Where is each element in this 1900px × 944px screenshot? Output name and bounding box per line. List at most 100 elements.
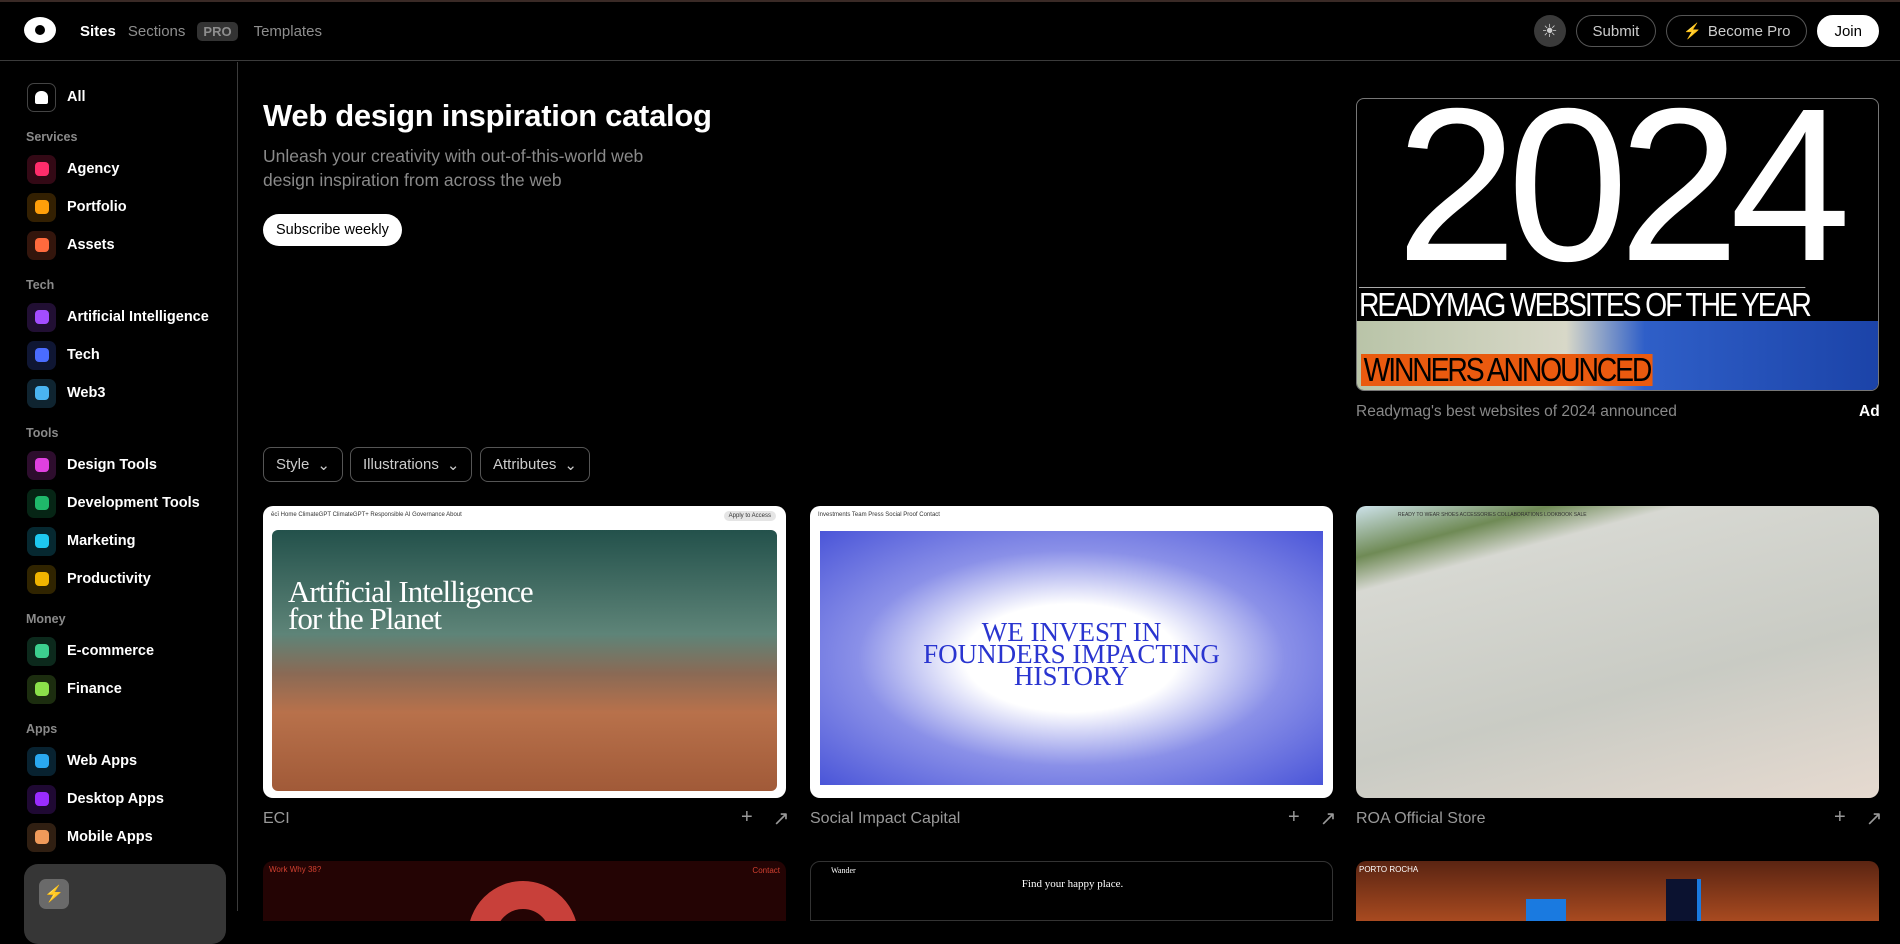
card-headline: WE INVEST IN FOUNDERS IMPACTING HISTORY: [810, 619, 1333, 690]
site-card-social-impact-capital[interactable]: Investments Team Press Social Proof Cont…: [810, 506, 1333, 798]
card-cta: Apply to Access: [723, 511, 776, 521]
sidebar-item-tech[interactable]: Tech: [27, 340, 100, 370]
filter-illustrations[interactable]: Illustrations ⌄: [350, 447, 473, 482]
sidebar-item-productivity[interactable]: Productivity: [27, 564, 151, 594]
sidebar-item-all[interactable]: All: [27, 82, 86, 112]
people-icon: [27, 154, 56, 184]
sparkle-icon: [27, 302, 56, 332]
arrow-up-right-icon[interactable]: ↗: [1866, 806, 1883, 831]
sidebar-item-agency[interactable]: Agency: [27, 154, 120, 184]
sidebar-item-label: Design Tools: [67, 457, 157, 473]
site-card-eci[interactable]: ēcī Home ClimateGPT ClimateGPT+ Responsi…: [263, 506, 786, 798]
chip-icon: [27, 340, 56, 370]
sidebar-item-label: Agency: [67, 161, 120, 177]
sidebar-section-services: Services: [26, 130, 78, 144]
pro-badge: PRO: [197, 22, 238, 41]
sidebar-item-label: Tech: [67, 347, 100, 363]
card-brand: PORTO ROCHA: [1359, 865, 1419, 874]
ad-banner[interactable]: 2024 READYMAG WEBSITES OF THE YEAR WINNE…: [1356, 98, 1879, 391]
logo-eye-icon[interactable]: [24, 17, 56, 43]
page-subtitle: Unleash your creativity with out-of-this…: [263, 146, 644, 190]
chevron-down-icon: ⌄: [317, 456, 330, 474]
become-pro-button[interactable]: ⚡ Become Pro: [1666, 15, 1808, 47]
sidebar-item-web3[interactable]: Web3: [27, 378, 106, 408]
sidebar-item-label: Artificial Intelligence: [67, 309, 209, 325]
card-graphic: [1526, 899, 1566, 921]
card-site-nav: Work Why 38?: [269, 865, 322, 874]
site-card-roa[interactable]: READY TO WEAR SHOES ACCESSORIES COLLABOR…: [1356, 506, 1879, 798]
compass-icon: [27, 746, 56, 776]
submit-button[interactable]: Submit: [1575, 15, 1657, 47]
chevron-down-icon: ⌄: [564, 456, 577, 474]
home-icon: [27, 82, 56, 112]
sidebar-item-e-commerce[interactable]: E-commerce: [27, 636, 155, 666]
sidebar-item-assets[interactable]: Assets: [27, 230, 115, 260]
nav-templates[interactable]: Templates: [254, 23, 322, 40]
subscribe-weekly-button[interactable]: Subscribe weekly: [263, 214, 402, 246]
vector-icon: [27, 450, 56, 480]
sidebar-item-label: Finance: [67, 681, 122, 697]
ad-headline: READYMAG WEBSITES OF THE YEAR: [1359, 286, 1812, 323]
nav-sections[interactable]: Sections: [128, 23, 186, 40]
wallet-icon: [27, 674, 56, 704]
sidebar-section-apps: Apps: [26, 722, 58, 736]
sidebar-item-finance[interactable]: Finance: [27, 674, 122, 704]
sidebar-item-label: Web Apps: [67, 753, 138, 769]
box-icon: [27, 230, 56, 260]
sidebar-item-label: Desktop Apps: [67, 791, 164, 807]
sidebar-item-label: Mobile Apps: [67, 829, 153, 845]
sidebar-item-desktop-apps[interactable]: Desktop Apps: [27, 784, 164, 814]
lightning-icon: ⚡: [1683, 23, 1702, 40]
card-title[interactable]: Social Impact Capital: [810, 810, 960, 828]
arrow-up-right-icon[interactable]: ↗: [773, 806, 790, 831]
sidebar-item-portfolio[interactable]: Portfolio: [27, 192, 127, 222]
ad-winners: WINNERS ANNOUNCED: [1361, 353, 1653, 386]
sun-icon[interactable]: ☀: [1533, 15, 1566, 47]
pro-promo-card[interactable]: ⚡: [24, 864, 226, 944]
sidebar-item-label: Web3: [67, 385, 106, 401]
card-title[interactable]: ROA Official Store: [1356, 810, 1486, 828]
person-icon: [27, 192, 56, 222]
filter-style[interactable]: Style ⌄: [263, 447, 343, 482]
filter-label: Illustrations: [363, 456, 439, 473]
sidebar-item-label: Productivity: [67, 571, 151, 587]
sidebar-item-mobile-apps[interactable]: Mobile Apps: [27, 822, 153, 852]
sidebar-item-label: E-commerce: [67, 643, 155, 659]
arrow-up-right-icon[interactable]: ↗: [1320, 806, 1337, 831]
plus-icon[interactable]: +: [741, 806, 753, 831]
sidebar-section-money: Money: [26, 612, 66, 626]
sidebar-item-label: All: [67, 89, 86, 105]
join-button[interactable]: Join: [1817, 15, 1879, 47]
filter-attributes[interactable]: Attributes ⌄: [480, 447, 590, 482]
monitor-icon: [27, 784, 56, 814]
plus-icon[interactable]: +: [1288, 806, 1300, 831]
sidebar-item-label: Marketing: [67, 533, 136, 549]
sidebar-section-tech: Tech: [26, 278, 55, 292]
code-icon: [27, 488, 56, 518]
sidebar-item-marketing[interactable]: Marketing: [27, 526, 136, 556]
sidebar-item-artificial-intelligence[interactable]: Artificial Intelligence: [27, 302, 209, 332]
main-content: Web design inspiration catalog Unleash y…: [239, 62, 1900, 921]
plus-icon[interactable]: +: [1834, 806, 1846, 831]
sidebar-item-web-apps[interactable]: Web Apps: [27, 746, 138, 776]
sidebar-item-development-tools[interactable]: Development Tools: [27, 488, 200, 518]
site-card[interactable]: Work Why 38? Contact: [263, 861, 786, 921]
sidebar-item-design-tools[interactable]: Design Tools: [27, 450, 157, 480]
site-card[interactable]: PORTO ROCHA: [1356, 861, 1879, 921]
ad-caption[interactable]: Readymag's best websites of 2024 announc…: [1356, 403, 1677, 421]
card-screenshot: Artificial Intelligence for the Planet: [272, 530, 777, 791]
ad-label: Ad: [1859, 403, 1880, 420]
card-graphic: [468, 881, 578, 921]
card-graphic: [1666, 879, 1701, 921]
card-headline: Find your happy place.: [1021, 878, 1124, 890]
filter-label: Style: [276, 456, 310, 473]
become-pro-label: Become Pro: [1707, 22, 1791, 40]
card-cta: Contact: [752, 866, 780, 875]
site-card[interactable]: Wander Find your happy place.: [810, 861, 1333, 921]
filter-label: Attributes: [493, 456, 557, 473]
card-brand: Wander: [831, 866, 856, 875]
cloud-icon: [27, 378, 56, 408]
sidebar-item-label: Development Tools: [67, 495, 200, 511]
nav-sites[interactable]: Sites: [80, 23, 116, 40]
card-title[interactable]: ECI: [263, 810, 290, 828]
